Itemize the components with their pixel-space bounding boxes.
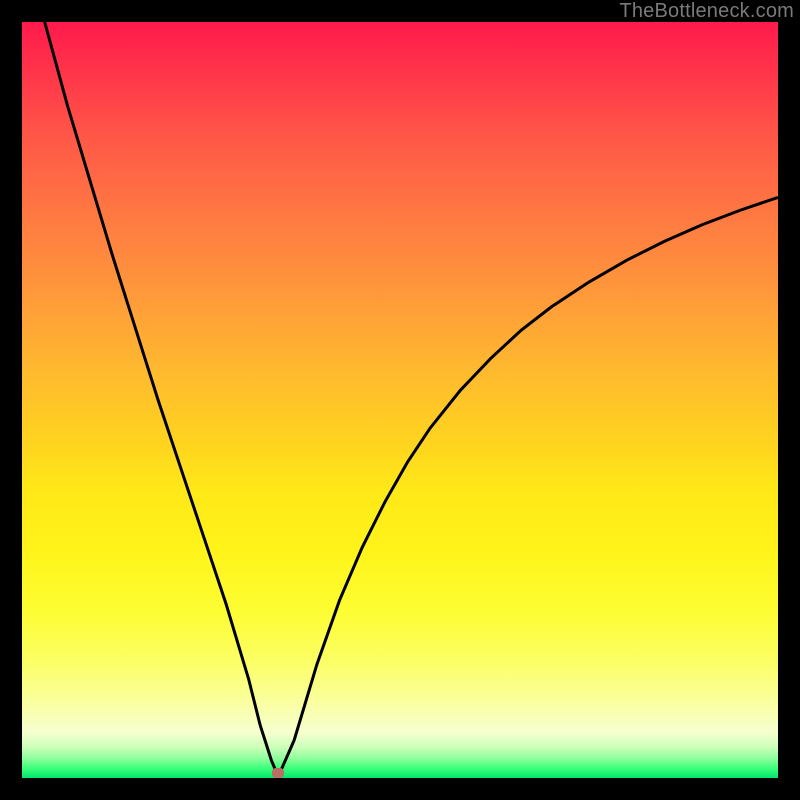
watermark-text: TheBottleneck.com [619, 0, 794, 23]
bottleneck-curve [45, 22, 778, 776]
chart-frame: TheBottleneck.com [0, 0, 800, 800]
plot-area [22, 22, 778, 778]
minimum-marker [272, 768, 284, 778]
curve-svg [22, 22, 778, 778]
